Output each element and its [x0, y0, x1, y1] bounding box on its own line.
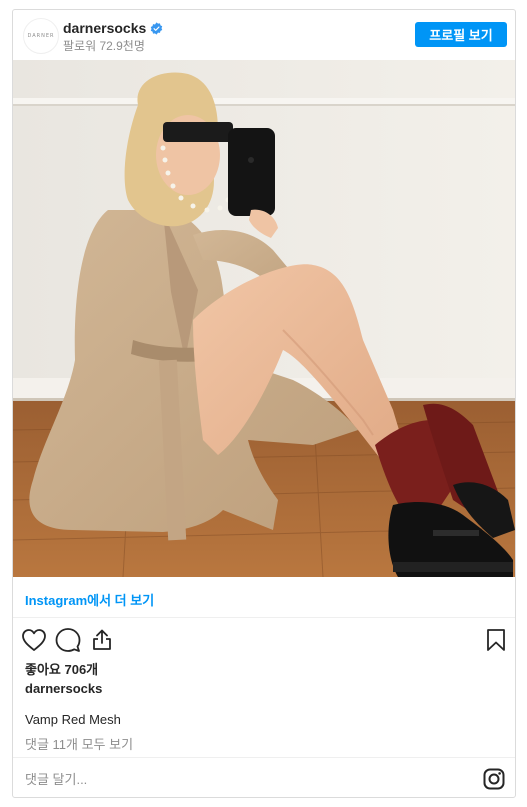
comment-icon[interactable] — [55, 627, 81, 653]
verified-badge-icon — [150, 21, 163, 35]
add-comment-input[interactable] — [25, 770, 445, 788]
action-bar — [13, 618, 515, 658]
post-photo[interactable] — [13, 60, 515, 577]
comment-bar — [13, 757, 515, 797]
post-header: DARNER darnersocks 팔로워 72.9천명 프로필 보기 — [13, 10, 515, 60]
like-count[interactable]: 좋아요 706개 — [25, 659, 98, 678]
view-more-on-instagram-link[interactable]: Instagram에서 더 보기 — [25, 590, 154, 609]
view-profile-button[interactable]: 프로필 보기 — [415, 22, 507, 47]
follower-count: 팔로워 72.9천명 — [63, 39, 145, 53]
view-all-comments-link[interactable]: 댓글 11개 모두 보기 — [25, 734, 133, 753]
username-link[interactable]: darnersocks — [63, 20, 146, 36]
avatar[interactable]: DARNER — [23, 18, 59, 54]
heart-icon[interactable] — [21, 627, 47, 653]
caption-username[interactable]: darnersocks — [25, 681, 102, 696]
view-more-section: Instagram에서 더 보기 — [13, 577, 515, 618]
bookmark-icon[interactable] — [483, 627, 509, 653]
avatar-logo-text: DARNER — [27, 33, 55, 39]
share-icon[interactable] — [89, 627, 115, 653]
caption-text: Vamp Red Mesh — [25, 712, 121, 727]
instagram-logo-icon[interactable] — [483, 768, 505, 790]
username-row: darnersocks — [63, 20, 163, 36]
instagram-embed-card: DARNER darnersocks 팔로워 72.9천명 프로필 보기 Ins… — [12, 9, 516, 798]
